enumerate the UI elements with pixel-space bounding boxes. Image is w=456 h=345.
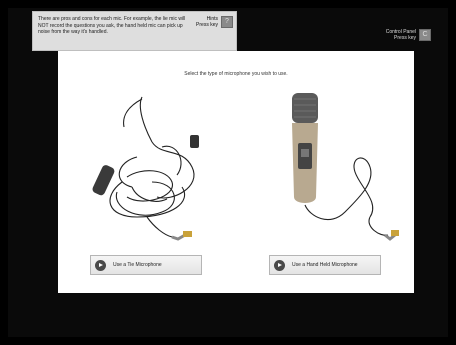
instruction-text: Select the type of microphone you wish t… [184, 71, 288, 77]
hints-key-label: Hints Press key [183, 16, 218, 28]
control-panel-key-button[interactable]: C [419, 29, 431, 41]
play-icon [274, 260, 285, 271]
choice-label: Use a Hand Held Microphone [292, 262, 358, 268]
control-panel-sub: Press key [394, 35, 416, 41]
play-icon [95, 260, 106, 271]
use-hand-held-microphone-button[interactable]: Use a Hand Held Microphone [269, 255, 381, 275]
use-tie-microphone-button[interactable]: Use a Tie Microphone [90, 255, 202, 275]
hand-held-microphone-image[interactable] [270, 87, 400, 257]
hint-text: There are pros and cons for each mic. Fo… [38, 16, 186, 35]
hint-box: There are pros and cons for each mic. Fo… [32, 11, 237, 51]
content-panel: Select the type of microphone you wish t… [58, 51, 414, 293]
tie-microphone-image[interactable] [82, 87, 222, 257]
hints-key-button[interactable]: ? [221, 16, 233, 28]
hints-key-sub: Press key [196, 22, 218, 28]
choice-label: Use a Tie Microphone [113, 262, 162, 268]
control-panel-label: Control Panel Press key [368, 29, 416, 41]
